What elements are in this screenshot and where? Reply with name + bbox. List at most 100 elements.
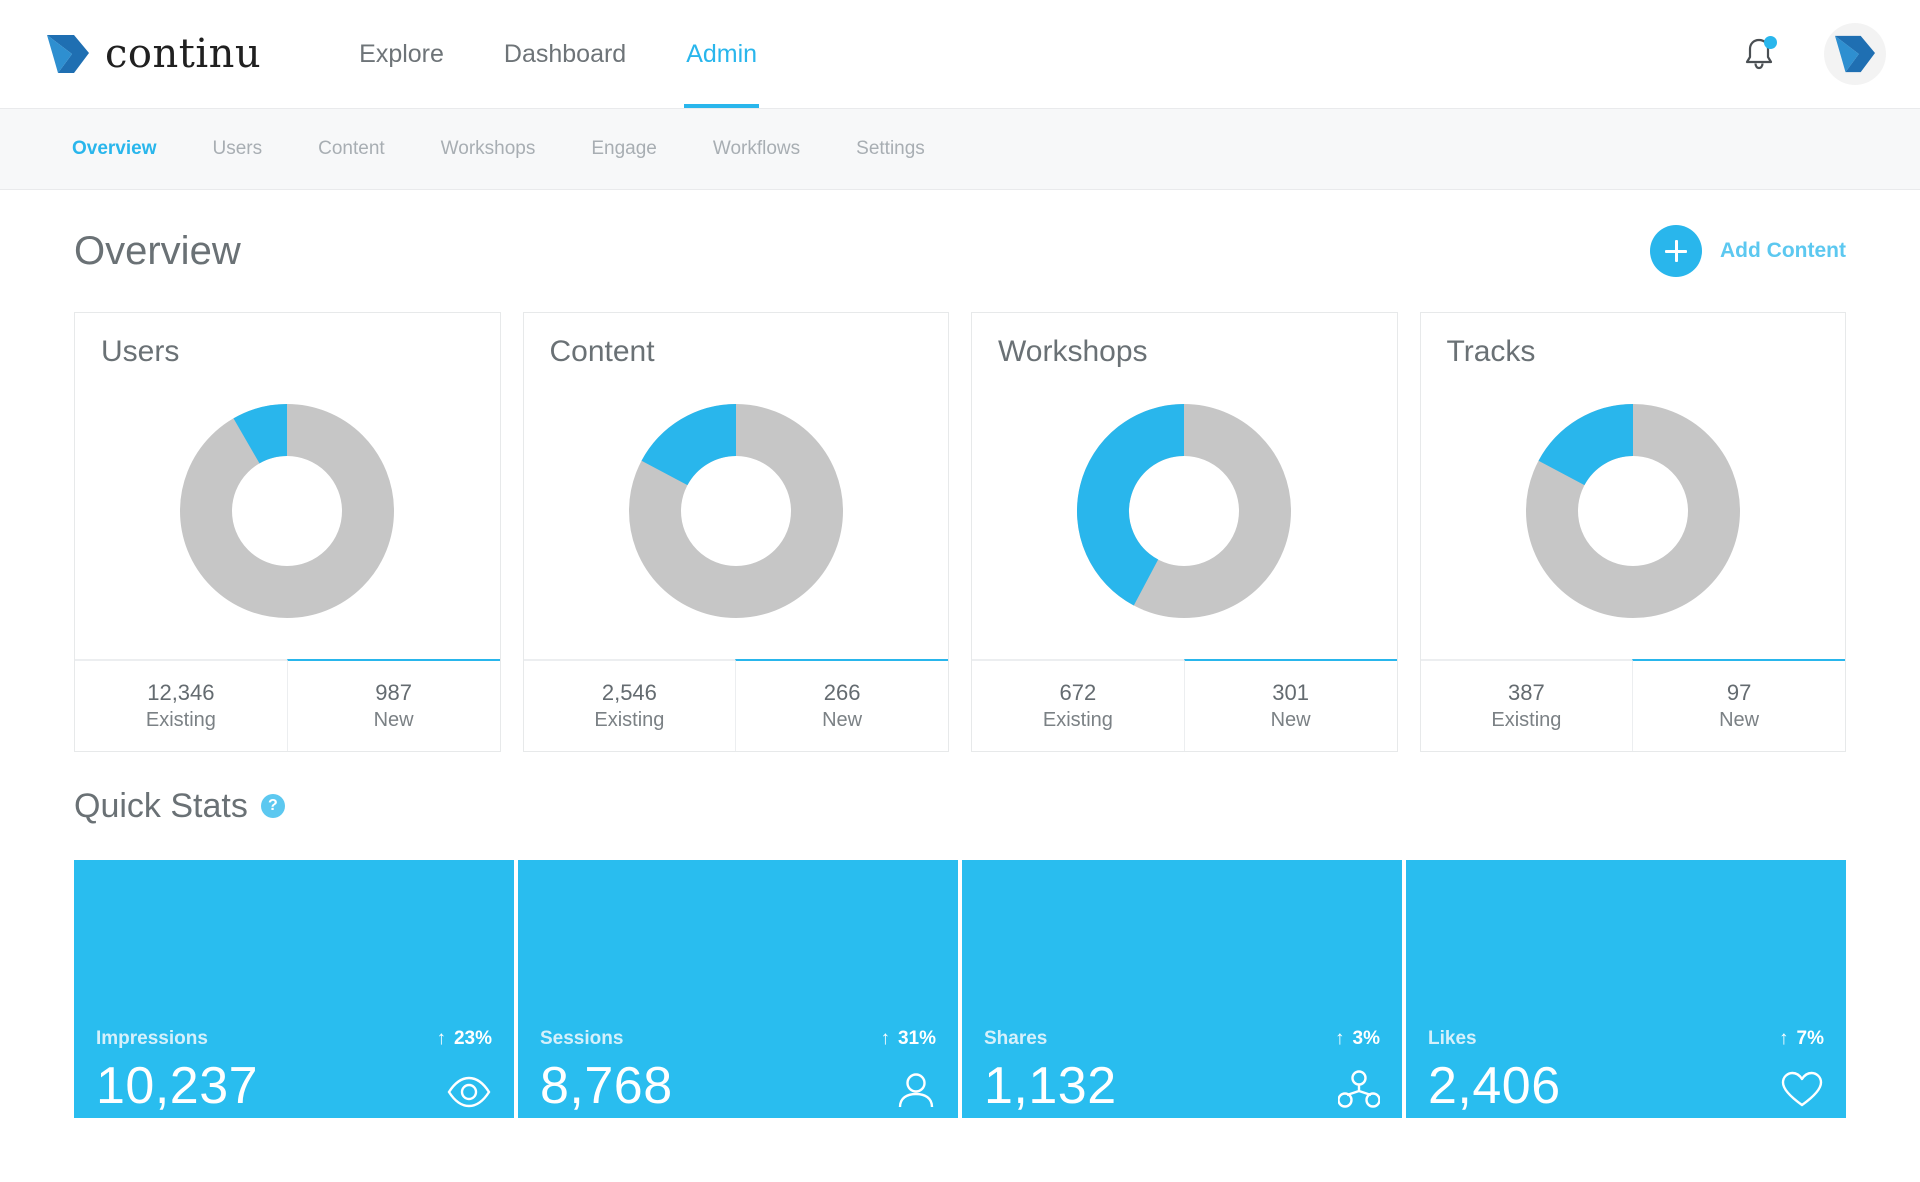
- overview-cards: Users 12,346 Existing 987 New Content 2,…: [74, 312, 1846, 752]
- stat-value: 987: [375, 680, 412, 705]
- quick-stats-tiles: Impressions ↑ 23% 10,237 Sessions ↑ 31% …: [74, 860, 1846, 1118]
- donut-chart-workshops: [972, 369, 1397, 659]
- stat-label: New: [822, 709, 863, 731]
- avatar[interactable]: [1824, 23, 1886, 85]
- stat-new: 266 New: [735, 659, 948, 751]
- tile-delta-value: 23%: [453, 1028, 492, 1049]
- card-content[interactable]: Content 2,546 Existing 266 New: [522, 312, 949, 752]
- page-body: Overview Add Content Users 12,346 Existi…: [0, 190, 1920, 1182]
- notifications-button[interactable]: [1742, 35, 1777, 73]
- tile-delta-value: 3%: [1352, 1028, 1380, 1049]
- tile-delta: ↑ 31%: [880, 1028, 936, 1050]
- card-title: Workshops: [998, 335, 1148, 368]
- quick-stat-sessions[interactable]: Sessions ↑ 31% 8,768: [518, 860, 958, 1118]
- stat-value: 387: [1508, 680, 1545, 705]
- tile-footer: 10,237: [96, 1060, 492, 1112]
- top-navigation-bar: continu Explore Dashboard Admin: [0, 0, 1920, 108]
- card-users[interactable]: Users 12,346 Existing 987 New: [74, 312, 501, 752]
- nav-link-explore[interactable]: Explore: [329, 0, 474, 108]
- nav-link-admin[interactable]: Admin: [656, 0, 787, 108]
- stat-label: New: [1270, 709, 1311, 731]
- card-stats: 672 Existing 301 New: [972, 659, 1397, 751]
- stat-value: 97: [1726, 680, 1752, 705]
- tile-delta: ↑ 3%: [1335, 1028, 1380, 1050]
- stat-existing: 387 Existing: [1420, 659, 1633, 751]
- tile-footer: 2,406: [1428, 1060, 1824, 1112]
- page-header: Overview Add Content: [74, 190, 1846, 312]
- trend-up-icon: ↑: [880, 1028, 890, 1049]
- tab-workflows[interactable]: Workflows: [685, 138, 828, 160]
- brand-name: continu: [105, 31, 262, 77]
- card-tracks[interactable]: Tracks 387 Existing 97 New: [1419, 312, 1846, 752]
- stat-value: 672: [1059, 680, 1097, 705]
- stat-label: Existing: [1042, 709, 1113, 731]
- tile-delta: ↑ 23%: [436, 1028, 492, 1050]
- stat-existing: 672 Existing: [972, 659, 1184, 751]
- tile-delta-value: 7%: [1796, 1028, 1824, 1049]
- stat-label: New: [373, 709, 414, 731]
- card-title: Tracks: [1446, 335, 1536, 368]
- donut-chart-users: [75, 369, 500, 659]
- trend-up-icon: ↑: [436, 1028, 446, 1049]
- top-nav-right-group: [1742, 23, 1886, 85]
- quick-stat-shares[interactable]: Shares ↑ 3% 1,132: [962, 860, 1402, 1118]
- page-title: Overview: [74, 228, 241, 273]
- quick-stats-title: Quick Stats: [74, 786, 248, 825]
- tab-workshops[interactable]: Workshops: [413, 138, 564, 160]
- card-title: Users: [101, 335, 180, 368]
- trend-up-icon: ↑: [1779, 1028, 1789, 1049]
- tile-value: 10,237: [96, 1057, 259, 1115]
- brand-logo[interactable]: continu: [44, 31, 261, 77]
- tab-overview[interactable]: Overview: [44, 138, 185, 160]
- tile-value: 1,132: [984, 1057, 1117, 1115]
- main-nav-links: Explore Dashboard Admin: [329, 0, 787, 108]
- stat-new: 987 New: [286, 659, 500, 751]
- trend-up-icon: ↑: [1335, 1028, 1345, 1049]
- add-content-button[interactable]: Add Content: [1650, 225, 1846, 277]
- stat-label: Existing: [594, 709, 665, 731]
- stat-value: 266: [823, 680, 861, 705]
- stat-new: 97 New: [1632, 659, 1845, 751]
- tab-users[interactable]: Users: [185, 138, 291, 160]
- question-mark-icon[interactable]: ?: [260, 794, 285, 818]
- donut-chart-content: [524, 369, 949, 659]
- card-stats: 387 Existing 97 New: [1420, 659, 1845, 751]
- tile-footer: 8,768: [540, 1060, 936, 1112]
- quick-stat-impressions[interactable]: Impressions ↑ 23% 10,237: [74, 860, 514, 1118]
- tile-label: Sessions: [540, 1028, 624, 1049]
- tile-header: Sessions ↑ 31%: [540, 1028, 936, 1050]
- tile-value: 8,768: [540, 1057, 673, 1115]
- stat-value: 12,346: [147, 680, 215, 705]
- quick-stat-likes[interactable]: Likes ↑ 7% 2,406: [1406, 860, 1846, 1118]
- tab-settings[interactable]: Settings: [828, 138, 953, 160]
- avatar-chevron-icon: [1835, 35, 1875, 73]
- add-content-label: Add Content: [1720, 239, 1846, 262]
- notification-badge-dot: [1764, 36, 1777, 49]
- tile-header: Impressions ↑ 23%: [96, 1028, 492, 1050]
- admin-sub-navigation: Overview Users Content Workshops Engage …: [0, 108, 1920, 190]
- stat-label: Existing: [1491, 709, 1562, 731]
- card-stats: 12,346 Existing 987 New: [75, 659, 500, 751]
- tab-engage[interactable]: Engage: [563, 138, 685, 160]
- card-title: Content: [549, 335, 655, 368]
- stat-value: 301: [1272, 680, 1309, 705]
- quick-stats-header: Quick Stats ?: [74, 752, 1846, 860]
- tile-header: Shares ↑ 3%: [984, 1028, 1380, 1050]
- tile-footer: 1,132: [984, 1060, 1380, 1112]
- card-workshops[interactable]: Workshops 672 Existing 301 New: [971, 312, 1398, 752]
- tile-delta-value: 31%: [897, 1028, 936, 1049]
- stat-existing: 12,346 Existing: [75, 659, 287, 751]
- tile-header: Likes ↑ 7%: [1428, 1028, 1824, 1050]
- tile-value: 2,406: [1428, 1057, 1561, 1115]
- tile-label: Shares: [984, 1028, 1048, 1049]
- plus-icon: [1650, 225, 1703, 277]
- tile-delta: ↑ 7%: [1779, 1028, 1824, 1050]
- stat-new: 301 New: [1183, 659, 1397, 751]
- tab-content[interactable]: Content: [290, 138, 413, 160]
- tile-label: Impressions: [96, 1028, 208, 1049]
- nav-link-dashboard[interactable]: Dashboard: [474, 0, 656, 108]
- stat-existing: 2,546 Existing: [523, 659, 736, 751]
- stat-value: 2,546: [601, 680, 657, 705]
- stat-label: Existing: [145, 709, 216, 731]
- continu-chevron-logo-icon: [44, 33, 92, 75]
